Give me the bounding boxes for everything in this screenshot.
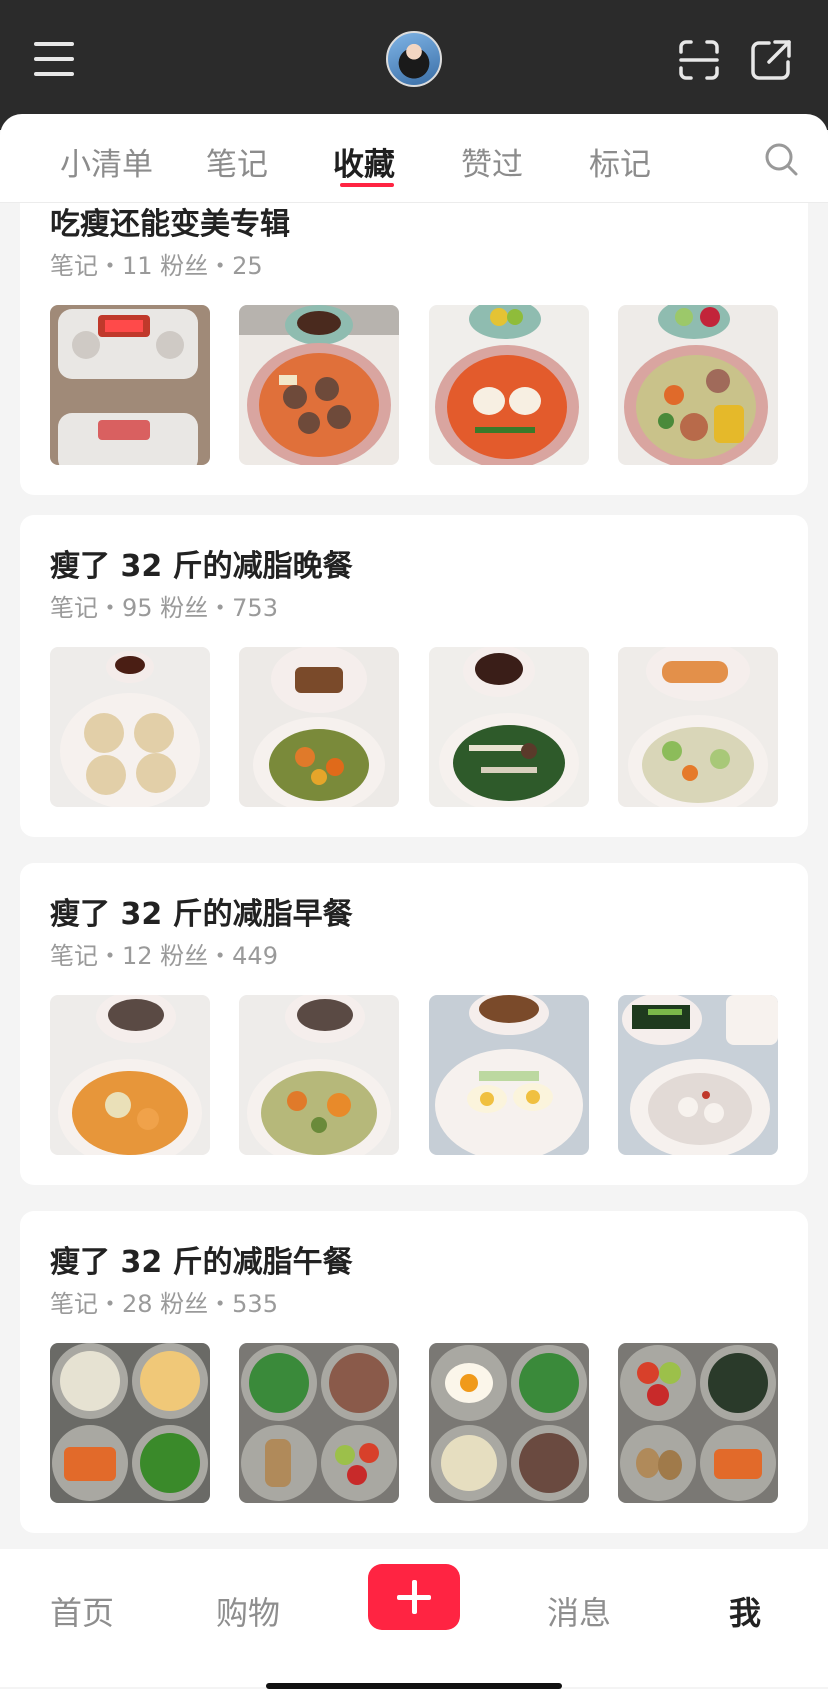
collection-meta: 笔记・95 粉丝・753 bbox=[50, 594, 278, 622]
tab-collections[interactable]: 收藏 bbox=[333, 139, 395, 184]
collection-meta: 笔记・12 粉丝・449 bbox=[50, 942, 278, 970]
collection-thumbnail[interactable] bbox=[429, 305, 589, 465]
collection-title: 瘦了 32 斤的减脂午餐 bbox=[50, 1245, 353, 1280]
collection-title: 瘦了 32 斤的减脂早餐 bbox=[50, 897, 353, 932]
profile-tabs: 小清单 笔记 收藏 赞过 标记 bbox=[0, 114, 828, 203]
bottom-nav: 首页 购物 消息 我 bbox=[0, 1549, 828, 1687]
collection-thumbnail[interactable] bbox=[429, 1343, 589, 1503]
home-indicator bbox=[266, 1683, 562, 1689]
search-icon[interactable] bbox=[764, 142, 798, 176]
menu-icon[interactable] bbox=[34, 42, 74, 76]
collection-meta: 笔记・11 粉丝・25 bbox=[50, 252, 263, 280]
nav-home[interactable]: 首页 bbox=[50, 1588, 114, 1634]
tab-liked[interactable]: 赞过 bbox=[461, 139, 523, 184]
tab-notes[interactable]: 笔记 bbox=[206, 139, 268, 184]
collection-thumbnail[interactable] bbox=[50, 1343, 210, 1503]
active-tab-indicator bbox=[340, 183, 394, 187]
collection-thumbnail[interactable] bbox=[618, 995, 778, 1155]
collection-card[interactable]: 瘦了 32 斤的减脂晚餐 笔记・95 粉丝・753 bbox=[20, 515, 808, 837]
collection-card[interactable]: 吃瘦还能变美专辑 笔记・11 粉丝・25 bbox=[20, 203, 808, 495]
scan-icon[interactable] bbox=[678, 39, 720, 81]
collection-title: 瘦了 32 斤的减脂晚餐 bbox=[50, 549, 353, 584]
collection-thumbnail[interactable] bbox=[618, 305, 778, 465]
collection-thumbnail[interactable] bbox=[50, 647, 210, 807]
collection-thumbnail[interactable] bbox=[50, 305, 210, 465]
collection-thumbnail[interactable] bbox=[239, 995, 399, 1155]
collection-card[interactable]: 瘦了 32 斤的减脂早餐 笔记・12 粉丝・449 bbox=[20, 863, 808, 1185]
collection-meta: 笔记・28 粉丝・535 bbox=[50, 1290, 278, 1318]
top-bar bbox=[0, 0, 828, 130]
collections-list: 吃瘦还能变美专辑 笔记・11 粉丝・25 瘦了 32 斤的减脂晚餐 笔记・95 … bbox=[0, 203, 828, 1549]
collection-thumbnail[interactable] bbox=[618, 647, 778, 807]
collection-thumbnail[interactable] bbox=[50, 995, 210, 1155]
collection-thumbnail[interactable] bbox=[239, 305, 399, 465]
collection-card[interactable]: 瘦了 32 斤的减脂午餐 笔记・28 粉丝・535 bbox=[20, 1211, 808, 1533]
collection-thumbnail[interactable] bbox=[618, 1343, 778, 1503]
avatar[interactable] bbox=[386, 31, 442, 87]
collection-thumbnail[interactable] bbox=[239, 1343, 399, 1503]
nav-shopping[interactable]: 购物 bbox=[216, 1588, 280, 1634]
nav-messages[interactable]: 消息 bbox=[547, 1588, 611, 1634]
collection-thumbnail[interactable] bbox=[429, 647, 589, 807]
add-post-button[interactable] bbox=[368, 1564, 460, 1630]
collection-title: 吃瘦还能变美专辑 bbox=[50, 207, 290, 242]
collection-thumbnail[interactable] bbox=[239, 647, 399, 807]
tab-marked[interactable]: 标记 bbox=[589, 139, 651, 184]
nav-me[interactable]: 我 bbox=[729, 1588, 761, 1634]
share-icon[interactable] bbox=[749, 38, 793, 82]
collection-thumbnail[interactable] bbox=[429, 995, 589, 1155]
tab-lists[interactable]: 小清单 bbox=[60, 139, 153, 184]
